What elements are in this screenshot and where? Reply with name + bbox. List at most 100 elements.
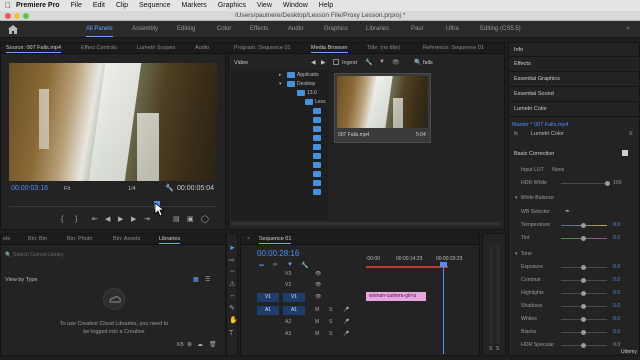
workspace-audio[interactable]: Audio bbox=[288, 26, 303, 32]
grid-view-icon[interactable]: ▦ bbox=[193, 276, 199, 283]
timeline-playhead-handle[interactable] bbox=[440, 262, 447, 267]
filter-icon[interactable]: ▼ bbox=[379, 59, 385, 65]
lumetri-menu-icon[interactable]: ≡ bbox=[629, 131, 633, 137]
eye-icon[interactable]: 👁 bbox=[315, 294, 321, 300]
mark-in-icon[interactable]: { bbox=[61, 216, 63, 223]
workspace-editing[interactable]: Editing bbox=[177, 26, 195, 32]
tab-sequence-01[interactable]: Sequence 01 bbox=[259, 236, 292, 244]
menu-sequence[interactable]: Sequence bbox=[139, 2, 171, 9]
whites-slider[interactable] bbox=[561, 317, 607, 322]
mute-a2[interactable]: M bbox=[315, 319, 319, 325]
tree-item-applications[interactable]: Applicatio bbox=[297, 72, 319, 78]
hdr-white-slider[interactable] bbox=[561, 181, 610, 186]
track-v1-label[interactable]: V1 bbox=[283, 293, 305, 302]
forward-icon[interactable]: ▶ bbox=[321, 59, 326, 66]
tab-els[interactable]: els bbox=[3, 236, 10, 242]
wrench-icon[interactable]: 🔧 bbox=[165, 184, 174, 192]
eye-icon[interactable]: 👁 bbox=[315, 282, 321, 288]
contrast-slider[interactable] bbox=[561, 278, 607, 283]
library-search-input[interactable]: Search Current Library bbox=[13, 252, 64, 258]
eye-icon[interactable]: 👁 bbox=[315, 271, 321, 277]
whites-value[interactable]: 0.0 bbox=[613, 316, 620, 322]
hdr-white-value[interactable]: 100 bbox=[613, 180, 622, 186]
selection-tool-icon[interactable]: ➤ bbox=[229, 244, 235, 252]
solo-a1[interactable]: S bbox=[329, 307, 332, 313]
highlights-slider[interactable] bbox=[561, 291, 607, 296]
media-type-dropdown[interactable]: Video bbox=[234, 60, 248, 66]
menu-help[interactable]: Help bbox=[319, 2, 333, 9]
view-icon[interactable]: 👁 bbox=[392, 59, 400, 66]
workspace-libraries[interactable]: Libraries bbox=[366, 26, 389, 32]
shadows-value[interactable]: 0.0 bbox=[613, 303, 620, 309]
pen-tool-icon[interactable]: ✎ bbox=[229, 304, 235, 312]
tab-effect-controls[interactable]: Effect Controls bbox=[81, 45, 117, 51]
apple-menu-icon[interactable]:  bbox=[0, 1, 16, 10]
tree-item-desktop[interactable]: Desktop bbox=[297, 81, 315, 87]
workspace-ultra[interactable]: Ultra bbox=[446, 26, 459, 32]
fit-dropdown[interactable]: Fit bbox=[64, 186, 70, 192]
basic-correction-heading[interactable]: Basic Correction bbox=[514, 151, 554, 157]
workspace-effects[interactable]: Effects bbox=[250, 26, 268, 32]
tab-bin-photo[interactable]: Bin: Photo bbox=[67, 236, 92, 242]
linked-selection-icon[interactable]: ∞ bbox=[273, 262, 277, 268]
hdr-specular-value[interactable]: 0.0 bbox=[613, 342, 620, 348]
tree-item-13[interactable]: 13.0 bbox=[307, 90, 317, 96]
solo-right[interactable]: S bbox=[496, 346, 499, 352]
panel-effects[interactable]: Effects bbox=[514, 61, 531, 67]
workspace-graphics[interactable]: Graphics bbox=[324, 26, 348, 32]
mark-out-icon[interactable]: } bbox=[75, 216, 77, 223]
tab-source[interactable]: Source: 007 Falls.mp4 bbox=[6, 45, 62, 53]
timeline-playhead[interactable] bbox=[443, 264, 444, 354]
lumetri-effect-dropdown[interactable]: Lumetri Color bbox=[531, 131, 564, 137]
lumetri-master-clip[interactable]: Master * 007 Falls.mp4 bbox=[512, 122, 569, 128]
menu-clip[interactable]: Clip bbox=[116, 2, 128, 9]
workspace-assembly[interactable]: Assembly bbox=[132, 26, 158, 32]
solo-a2[interactable]: S bbox=[329, 319, 332, 325]
timeline-timecode[interactable]: 00:00:28:16 bbox=[257, 249, 299, 258]
mute-a3[interactable]: M bbox=[315, 331, 319, 337]
tree-item-lesson[interactable]: Less bbox=[315, 99, 326, 105]
microphone-icon[interactable]: 🎤 bbox=[343, 307, 349, 313]
slip-tool-icon[interactable]: ↔ bbox=[229, 292, 236, 299]
razor-tool-icon[interactable]: ⚠ bbox=[229, 280, 235, 288]
library-add-icon[interactable]: ⊕ bbox=[187, 341, 192, 348]
more-workspaces-icon[interactable]: » bbox=[626, 25, 630, 32]
tab-audio[interactable]: Audio bbox=[195, 45, 209, 51]
timeline-clip[interactable]: woman-camera-girl-p bbox=[366, 292, 426, 301]
snap-icon[interactable]: ↭ bbox=[259, 262, 264, 269]
go-to-out-icon[interactable]: ⇥ bbox=[144, 215, 150, 223]
hdr-specular-slider[interactable] bbox=[561, 343, 607, 348]
list-view-icon[interactable]: ☰ bbox=[205, 276, 210, 283]
panel-info[interactable]: Info bbox=[514, 47, 523, 53]
tab-title[interactable]: Title: (no title) bbox=[367, 45, 400, 51]
workspace-color[interactable]: Color bbox=[217, 26, 231, 32]
microphone-icon[interactable]: 🎤 bbox=[343, 319, 349, 325]
solo-left[interactable]: S bbox=[489, 346, 492, 352]
overwrite-icon[interactable]: ▣ bbox=[187, 215, 194, 223]
temperature-slider[interactable] bbox=[561, 223, 607, 228]
menu-premiere-pro[interactable]: Premiere Pro bbox=[16, 2, 60, 9]
panel-essential-sound[interactable]: Essential Sound bbox=[514, 91, 554, 97]
tab-media-browser[interactable]: Media Browser bbox=[311, 45, 348, 53]
view-by-dropdown[interactable]: View by Type bbox=[5, 277, 38, 283]
menu-file[interactable]: File bbox=[71, 2, 82, 9]
white-balance-heading[interactable]: ▾ White Balance bbox=[515, 195, 554, 201]
menu-markers[interactable]: Markers bbox=[182, 2, 207, 9]
ingest-checkbox[interactable] bbox=[333, 59, 339, 65]
tab-bin-assets[interactable]: Bin: Assets bbox=[113, 236, 140, 242]
blacks-value[interactable]: 0.0 bbox=[613, 329, 620, 335]
panel-lumetri-color[interactable]: Lumetri Color bbox=[514, 106, 547, 112]
media-thumbnail-007-falls[interactable]: 007 Falls.mp4 5:04 bbox=[334, 73, 431, 143]
menu-edit[interactable]: Edit bbox=[93, 2, 105, 9]
workspace-paul[interactable]: Paul bbox=[411, 26, 423, 32]
panel-essential-graphics[interactable]: Essential Graphics bbox=[514, 76, 560, 82]
hand-tool-icon[interactable]: ✋ bbox=[229, 316, 238, 324]
source-scrub-bar[interactable] bbox=[9, 206, 217, 207]
eyedropper-icon[interactable]: ✒ bbox=[565, 208, 570, 215]
temperature-value[interactable]: 0.0 bbox=[613, 222, 620, 228]
microphone-icon[interactable]: 🎤 bbox=[343, 331, 349, 337]
source-video-frame[interactable] bbox=[9, 63, 217, 181]
play-icon[interactable]: ▶ bbox=[118, 215, 123, 223]
track-select-tool-icon[interactable]: ⇨ bbox=[229, 256, 235, 264]
library-cloud-icon[interactable]: ☁ bbox=[197, 341, 203, 348]
